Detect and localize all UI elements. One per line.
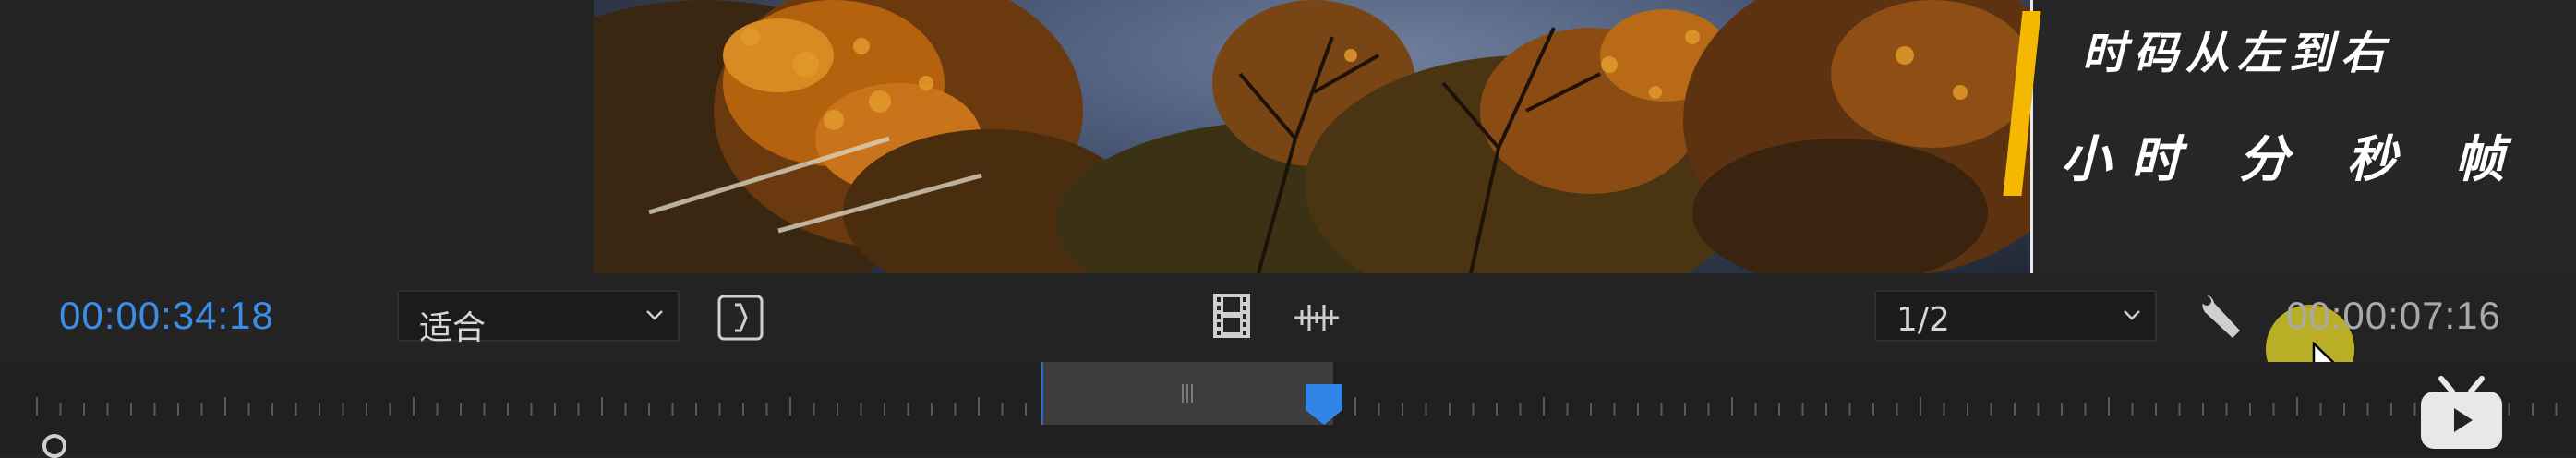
playhead-timecode[interactable]: 00:00:34:18 [59,294,274,338]
insert-mark-icon[interactable] [716,294,764,346]
chevron-down-icon [2122,305,2142,330]
monitor-control-bar [0,273,2576,362]
wrench-settings-icon[interactable] [2196,290,2247,346]
bilibili-tv-icon [2415,375,2508,457]
chevron-down-icon [644,305,665,330]
zoom-scroll-handle[interactable] [42,434,66,458]
playback-resolution-value: 1/2 [1896,301,1950,339]
program-monitor-preview [594,0,2030,273]
autumn-trees-frame [594,0,2030,273]
caption-line-1: 时码从左到右 [2082,28,2393,79]
playback-resolution-dropdown[interactable]: 1/2 [1874,290,2157,342]
playhead-marker[interactable] [1304,382,1344,433]
duration-timecode: 00:00:07:16 [2286,294,2501,337]
zoom-fit-dropdown[interactable]: 适合 [397,290,680,347]
audio-waveform-icon[interactable] [1291,301,1342,339]
film-frame-icon[interactable] [1211,292,1252,344]
work-area-grip-icon[interactable] [1180,382,1195,409]
caption-line-2: 小时 分 秒 帧 [2061,130,2525,188]
zoom-fit-value: 适合 [419,309,487,347]
